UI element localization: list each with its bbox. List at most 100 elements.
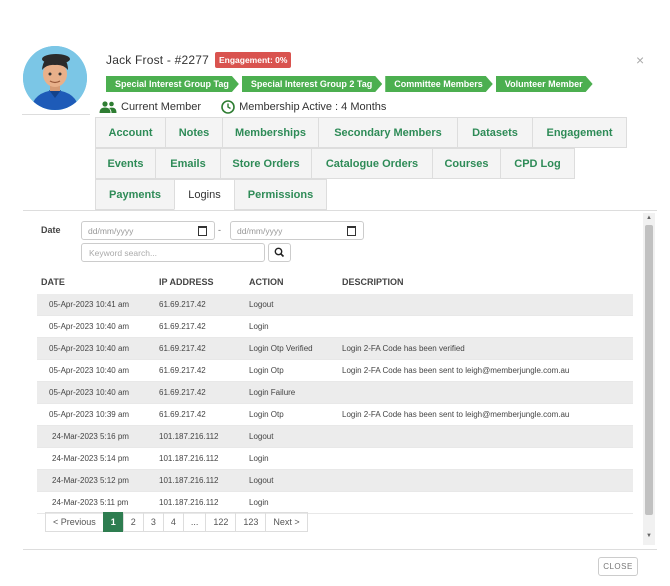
tab-secondary-members[interactable]: Secondary Members bbox=[318, 117, 458, 148]
member-status-label: Current Member bbox=[121, 101, 202, 113]
cell-action: Login Otp bbox=[249, 366, 284, 375]
calendar-icon[interactable] bbox=[347, 226, 356, 236]
table-row: 05-Apr-2023 10:39 am 61.69.217.42 Login Ot… bbox=[37, 404, 633, 426]
cell-action: Login bbox=[249, 498, 269, 507]
member-header: Jack Frost - #2277 Engagement: 0% bbox=[106, 52, 292, 68]
scroll-down-icon[interactable]: ▼ bbox=[646, 533, 652, 539]
cell-ip: 61.69.217.42 bbox=[159, 300, 206, 309]
search-icon bbox=[274, 247, 285, 258]
tab-store-orders[interactable]: Store Orders bbox=[220, 148, 312, 179]
date-from-input[interactable]: dd/mm/yyyy bbox=[81, 221, 215, 240]
scroll-up-icon[interactable]: ▲ bbox=[646, 215, 652, 221]
tab-cpd-log[interactable]: CPD Log bbox=[500, 148, 575, 179]
tag-chip[interactable]: Special Interest Group 2 Tag bbox=[242, 76, 382, 92]
cell-action: Logout bbox=[249, 476, 274, 485]
tab-catalogue-orders[interactable]: Catalogue Orders bbox=[311, 148, 433, 179]
column-header-description[interactable]: DESCRIPTION bbox=[342, 277, 404, 287]
membership-status: Membership Active : 4 Months bbox=[221, 100, 386, 114]
table-row: 24-Mar-2023 5:11 pm 101.187.216.112 Login bbox=[37, 492, 633, 514]
pagination-page[interactable]: 3 bbox=[142, 512, 164, 532]
cell-action: Login bbox=[249, 322, 269, 331]
close-x-icon[interactable]: × bbox=[636, 52, 644, 68]
tab-row-1: Account Notes Memberships Secondary Memb… bbox=[95, 117, 635, 148]
close-button[interactable]: CLOSE bbox=[598, 557, 638, 576]
scrollbar[interactable]: ▲ ▼ bbox=[643, 213, 655, 545]
table-row: 24-Mar-2023 5:16 pm 101.187.216.112 Logout bbox=[37, 426, 633, 448]
tab-engagement[interactable]: Engagement bbox=[532, 117, 627, 148]
cell-action: Login bbox=[249, 454, 269, 463]
tab-emails[interactable]: Emails bbox=[155, 148, 221, 179]
tab-courses[interactable]: Courses bbox=[432, 148, 501, 179]
tab-notes[interactable]: Notes bbox=[165, 117, 223, 148]
column-header-ip[interactable]: IP ADDRESS bbox=[159, 277, 214, 287]
search-button[interactable] bbox=[268, 243, 291, 262]
cell-description: Login 2-FA Code has been verified bbox=[342, 344, 465, 353]
status-row: Current Member Membership Active : 4 Mon… bbox=[99, 100, 400, 114]
tag-chip[interactable]: Committee Members bbox=[385, 76, 493, 92]
pagination-previous[interactable]: < Previous bbox=[45, 512, 104, 532]
date-from-placeholder: dd/mm/yyyy bbox=[88, 226, 134, 236]
tab-account[interactable]: Account bbox=[95, 117, 166, 148]
avatar-illustration bbox=[23, 46, 87, 110]
cell-date: 24-Mar-2023 5:16 pm bbox=[52, 432, 129, 441]
pagination-page[interactable]: 4 bbox=[162, 512, 184, 532]
cell-ip: 61.69.217.42 bbox=[159, 366, 206, 375]
table-row: 05-Apr-2023 10:40 am 61.69.217.42 Login bbox=[37, 316, 633, 338]
calendar-icon[interactable] bbox=[198, 226, 207, 236]
member-name: Jack Frost - #2277 bbox=[106, 53, 209, 67]
table-row: 24-Mar-2023 5:14 pm 101.187.216.112 Login bbox=[37, 448, 633, 470]
cell-date: 05-Apr-2023 10:40 am bbox=[49, 388, 130, 397]
tab-row-2: Events Emails Store Orders Catalogue Ord… bbox=[95, 148, 635, 179]
column-header-action[interactable]: ACTION bbox=[249, 277, 284, 287]
cell-date: 24-Mar-2023 5:12 pm bbox=[52, 476, 129, 485]
cell-ip: 61.69.217.42 bbox=[159, 344, 206, 353]
tab-permissions[interactable]: Permissions bbox=[234, 179, 327, 210]
member-modal: × Jack Frost - #2277 Engagement: 0% Spec… bbox=[0, 0, 670, 586]
date-to-input[interactable]: dd/mm/yyyy bbox=[230, 221, 364, 240]
logins-table: 05-Apr-2023 10:41 am 61.69.217.42 Logout 0… bbox=[37, 294, 633, 514]
date-filter-label: Date bbox=[41, 225, 61, 235]
tag-chip[interactable]: Volunteer Member bbox=[496, 76, 593, 92]
tag-chip[interactable]: Special Interest Group Tag bbox=[106, 76, 239, 92]
cell-description: Login 2-FA Code has been sent to leigh@m… bbox=[342, 410, 570, 419]
cell-ip: 61.69.217.42 bbox=[159, 388, 206, 397]
cell-date: 05-Apr-2023 10:40 am bbox=[49, 322, 130, 331]
cell-description: Login 2-FA Code has been sent to leigh@m… bbox=[342, 366, 570, 375]
avatar-divider bbox=[22, 114, 90, 115]
cell-action: Login Failure bbox=[249, 388, 296, 397]
pagination-page[interactable]: 122 bbox=[205, 512, 237, 532]
pagination-page[interactable]: 2 bbox=[122, 512, 144, 532]
cell-action: Logout bbox=[249, 300, 274, 309]
pagination-page[interactable]: 1 bbox=[102, 512, 124, 532]
pagination-next[interactable]: Next > bbox=[265, 512, 308, 532]
pagination-ellipsis: ... bbox=[182, 512, 207, 532]
table-row: 05-Apr-2023 10:40 am 61.69.217.42 Login Fa… bbox=[37, 382, 633, 404]
member-status: Current Member bbox=[99, 101, 201, 113]
cell-date: 05-Apr-2023 10:39 am bbox=[49, 410, 130, 419]
search-placeholder: Keyword search... bbox=[89, 248, 158, 258]
cell-ip: 61.69.217.42 bbox=[159, 322, 206, 331]
cell-date: 05-Apr-2023 10:40 am bbox=[49, 366, 130, 375]
logins-panel: Date dd/mm/yyyy - dd/mm/yyyy Keyword sea… bbox=[28, 213, 640, 543]
cell-date: 24-Mar-2023 5:14 pm bbox=[52, 454, 129, 463]
tab-events[interactable]: Events bbox=[95, 148, 156, 179]
keyword-search-input[interactable]: Keyword search... bbox=[81, 243, 265, 262]
tab-memberships[interactable]: Memberships bbox=[222, 117, 319, 148]
cell-ip: 101.187.216.112 bbox=[159, 476, 219, 485]
membership-status-label: Membership Active : 4 Months bbox=[239, 101, 387, 113]
clock-icon bbox=[221, 100, 235, 114]
cell-action: Login Otp Verified bbox=[249, 344, 313, 353]
tab-logins[interactable]: Logins bbox=[174, 179, 235, 210]
date-separator: - bbox=[218, 225, 221, 235]
column-header-date[interactable]: DATE bbox=[41, 277, 65, 287]
tag-list: Special Interest Group Tag Special Inter… bbox=[106, 76, 593, 92]
avatar bbox=[23, 46, 87, 110]
pagination-page[interactable]: 123 bbox=[235, 512, 267, 532]
scroll-thumb[interactable] bbox=[645, 225, 653, 515]
cell-action: Login Otp bbox=[249, 410, 284, 419]
cell-action: Logout bbox=[249, 432, 274, 441]
tab-datasets[interactable]: Datasets bbox=[457, 117, 533, 148]
tab-payments[interactable]: Payments bbox=[95, 179, 175, 210]
date-to-placeholder: dd/mm/yyyy bbox=[237, 226, 283, 236]
engagement-badge: Engagement: 0% bbox=[214, 52, 292, 68]
